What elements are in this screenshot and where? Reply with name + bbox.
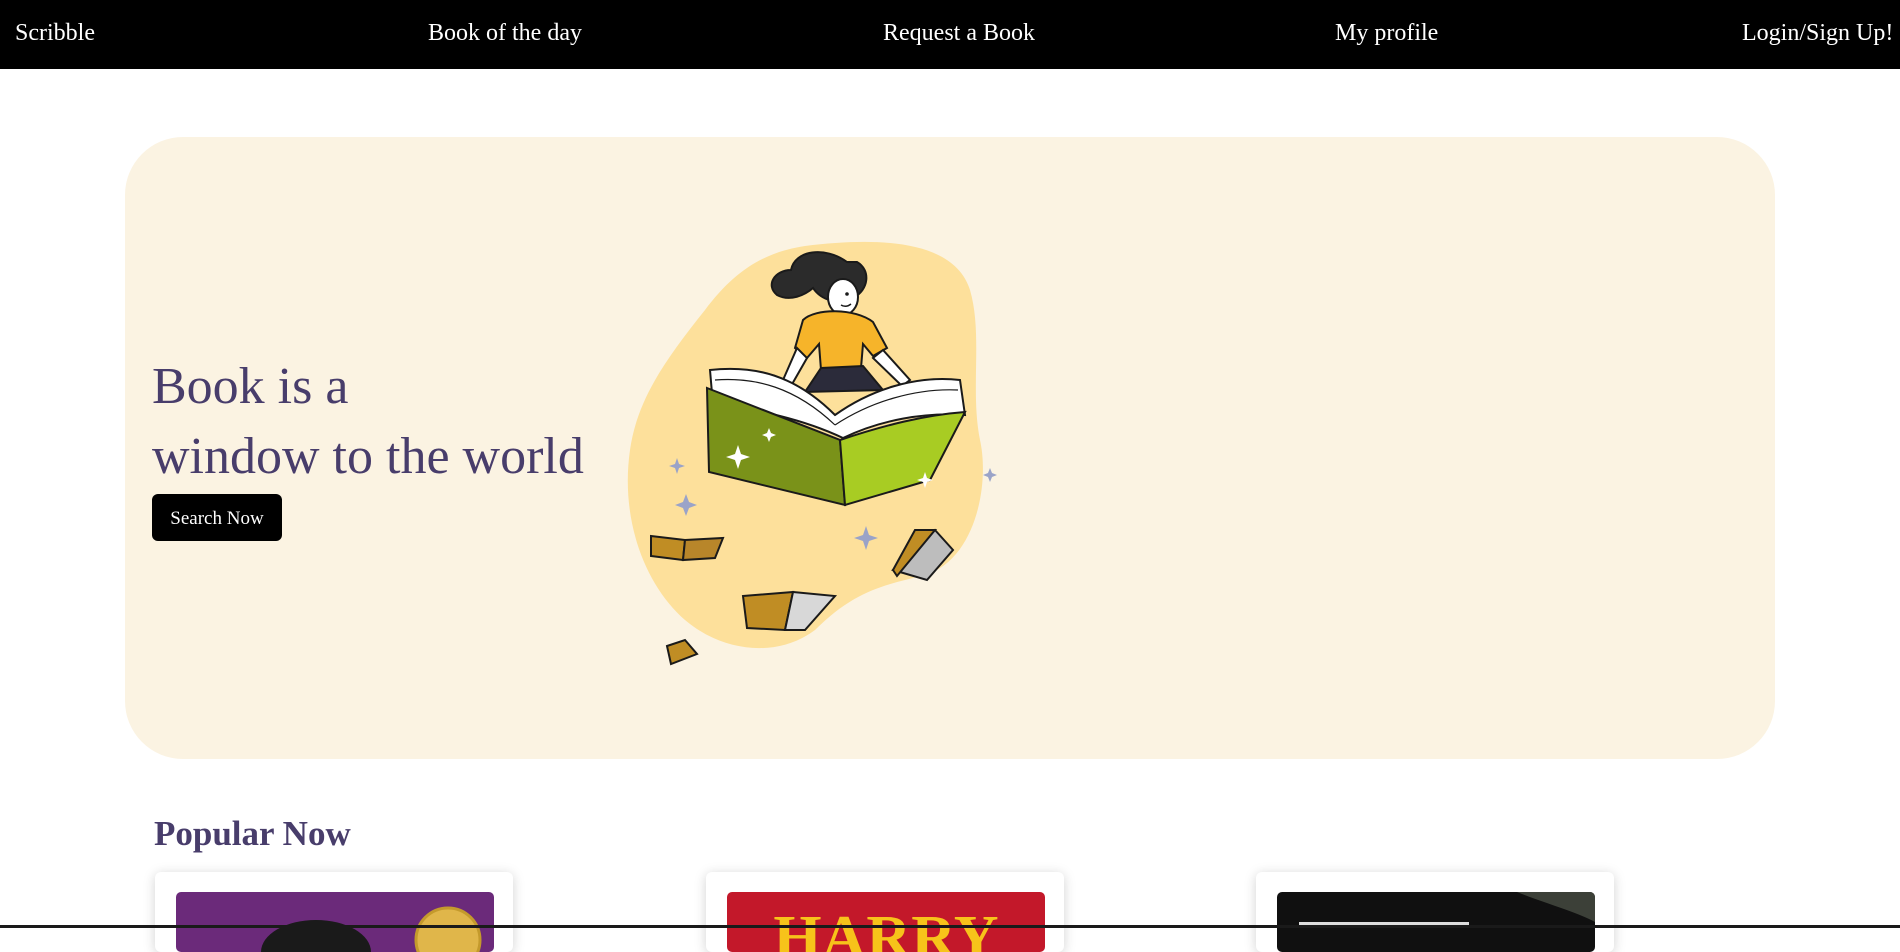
gold-seal-icon bbox=[414, 906, 482, 952]
small-book-shape bbox=[650, 534, 687, 562]
book-card[interactable]: HARRY bbox=[706, 872, 1064, 952]
face-shape bbox=[827, 278, 859, 316]
nav-my-profile[interactable]: My profile bbox=[1335, 0, 1438, 69]
nav-request-a-book[interactable]: Request a Book bbox=[883, 0, 1035, 69]
cover-art: HARRY bbox=[773, 904, 998, 952]
book-card[interactable] bbox=[1256, 872, 1614, 952]
hero-title-line-2: window to the world bbox=[152, 427, 584, 485]
dark-book-cover[interactable] bbox=[1277, 892, 1595, 952]
nav-login-signup[interactable]: Login/Sign Up! bbox=[1742, 0, 1893, 69]
search-now-button[interactable]: Search Now bbox=[152, 494, 282, 541]
cover-light-shape bbox=[1517, 892, 1595, 922]
book-card[interactable] bbox=[155, 872, 513, 952]
harry-book-cover[interactable]: HARRY bbox=[727, 892, 1045, 952]
purple-book-cover-with-gold-seal[interactable] bbox=[176, 892, 494, 952]
brand-logo-link[interactable]: Scribble bbox=[15, 0, 95, 69]
hero-title: Book is a window to the world bbox=[152, 352, 584, 492]
eye-shape bbox=[845, 292, 849, 296]
cover-title: HARRY bbox=[773, 904, 998, 952]
small-book-shape bbox=[665, 638, 699, 666]
woman-reading-flying-book-illustration bbox=[627, 241, 997, 666]
popular-now-heading: Popular Now bbox=[154, 814, 351, 854]
nav-book-of-the-day[interactable]: Book of the day bbox=[428, 0, 582, 69]
cover-art bbox=[1299, 892, 1595, 926]
sparkle-icon bbox=[983, 468, 997, 482]
hero-title-line-1: Book is a bbox=[152, 357, 349, 415]
top-navbar: Scribble Book of the day Request a Book … bbox=[0, 0, 1900, 69]
cover-art bbox=[261, 906, 482, 952]
reading-illustration bbox=[625, 240, 1045, 685]
